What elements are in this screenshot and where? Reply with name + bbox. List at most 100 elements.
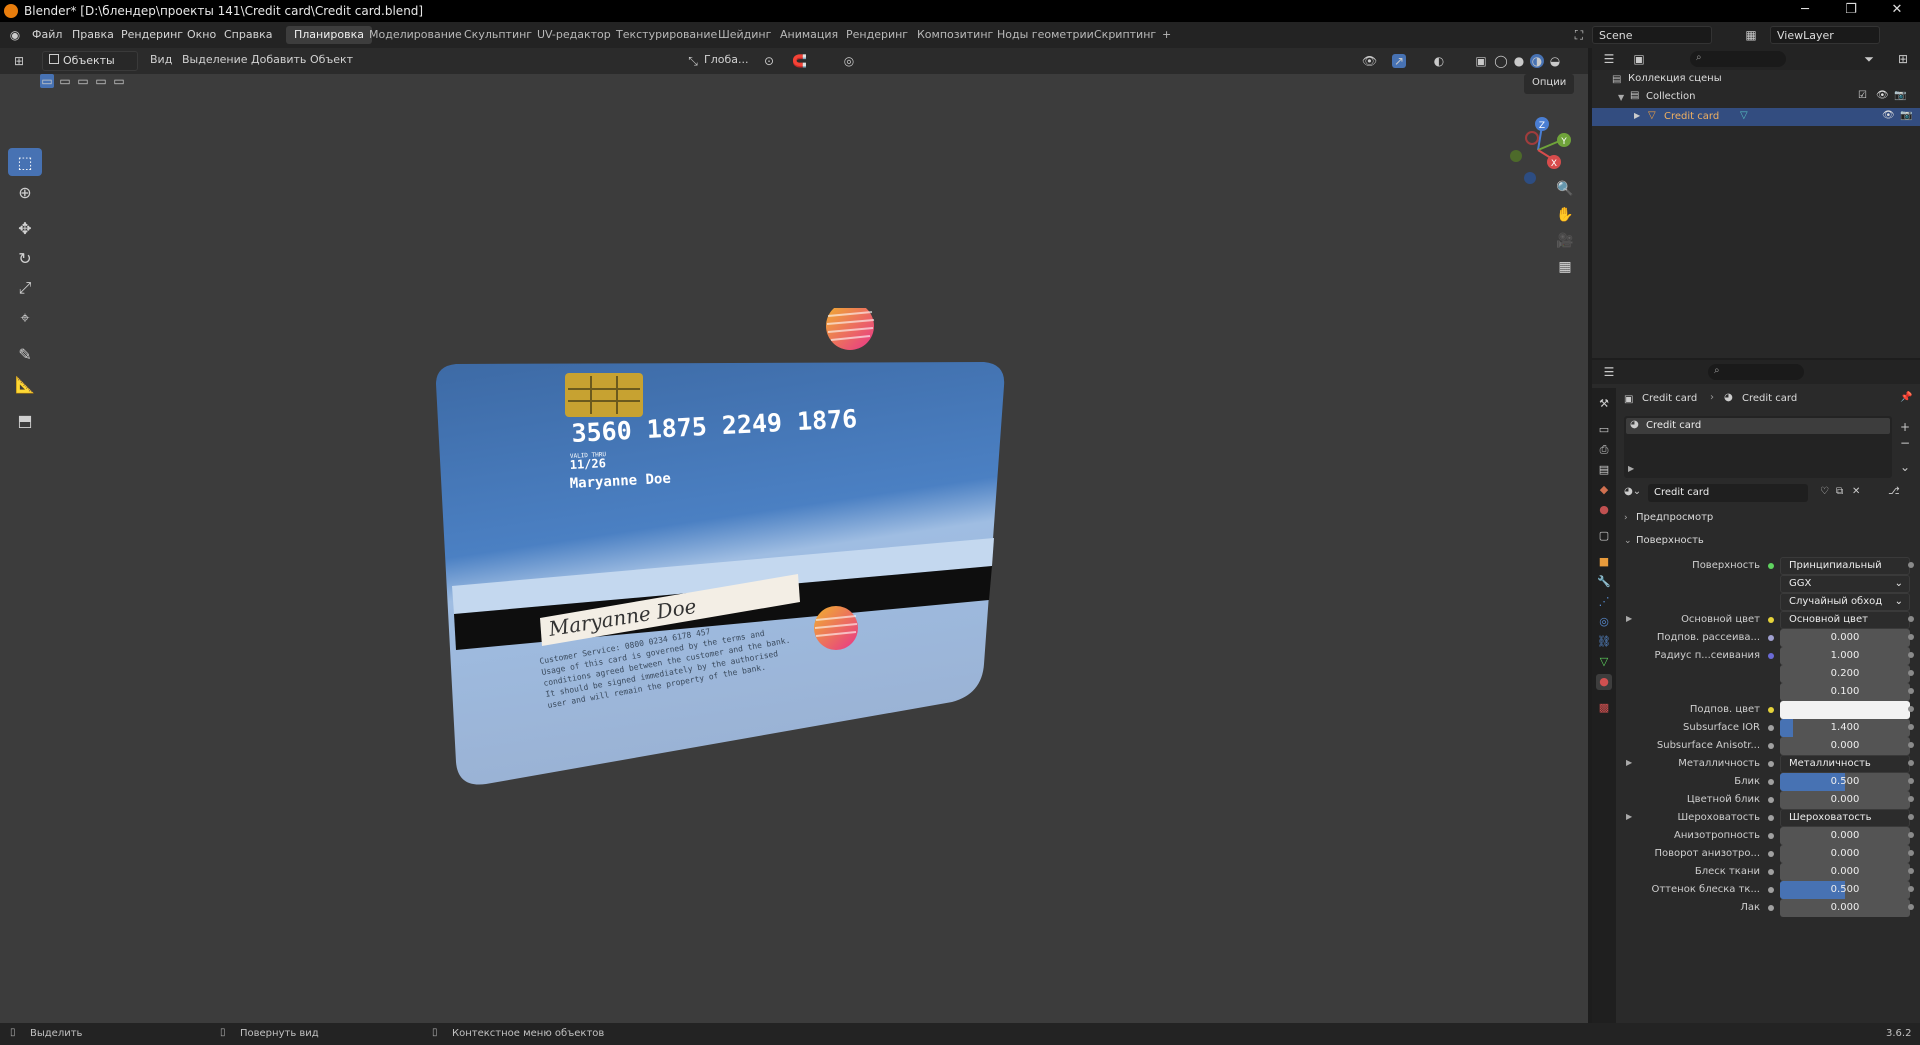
keyframe-dot-icon[interactable] bbox=[1908, 760, 1914, 766]
socket-link-icon[interactable] bbox=[1768, 851, 1774, 857]
tab-geometry-nodes[interactable]: Ноды геометрии bbox=[989, 26, 1102, 44]
material-shading-icon[interactable]: ◑ bbox=[1530, 54, 1544, 68]
gizmo-toggle-icon[interactable]: ↗ bbox=[1392, 54, 1406, 68]
color-swatch[interactable] bbox=[1780, 701, 1910, 719]
keyframe-dot-icon[interactable] bbox=[1908, 850, 1914, 856]
keyframe-dot-icon[interactable] bbox=[1908, 724, 1914, 730]
tool-tab-icon[interactable]: ⚒ bbox=[1596, 396, 1612, 412]
render-tab-icon[interactable]: ▭ bbox=[1596, 422, 1612, 438]
outliner-object-row[interactable]: ▶ ▽ Credit card ▽ 👁 📷 bbox=[1592, 108, 1920, 126]
tab-shading[interactable]: Шейдинг bbox=[710, 26, 779, 44]
keyframe-dot-icon[interactable] bbox=[1908, 670, 1914, 676]
menu-edit[interactable]: Правка bbox=[72, 28, 114, 41]
socket-link-icon[interactable] bbox=[1768, 653, 1774, 659]
visibility-icon[interactable]: 👁 bbox=[1362, 54, 1377, 68]
minimize-button[interactable]: ─ bbox=[1790, 2, 1820, 20]
pivot-icon[interactable]: ⊙ bbox=[762, 54, 776, 68]
add-workspace-button[interactable]: + bbox=[1154, 26, 1179, 44]
options-button[interactable]: Опции bbox=[1524, 74, 1575, 94]
physics-tab-icon[interactable]: ◎ bbox=[1596, 614, 1612, 630]
select-mode-difference-icon[interactable]: ▭ bbox=[94, 74, 108, 88]
number-field[interactable]: 0.000 bbox=[1780, 791, 1910, 809]
breadcrumb-object[interactable]: Credit card bbox=[1642, 393, 1697, 404]
scene-icon[interactable]: ⛶ bbox=[1572, 28, 1586, 42]
measure-tool[interactable]: 📐 bbox=[8, 370, 42, 398]
socket-link-icon[interactable] bbox=[1768, 707, 1774, 713]
dropdown-select[interactable]: Случайный обход ⌄ bbox=[1780, 593, 1910, 611]
rendered-shading-icon[interactable]: ◒ bbox=[1548, 54, 1562, 68]
number-field[interactable]: 0.000 bbox=[1780, 863, 1910, 881]
rotate-tool[interactable]: ↻ bbox=[8, 244, 42, 272]
number-field[interactable]: 0.100 bbox=[1780, 683, 1910, 701]
view-layer-tab-icon[interactable]: ▤ bbox=[1596, 462, 1612, 478]
number-field[interactable]: 0.500 bbox=[1780, 881, 1910, 899]
zoom-icon[interactable]: 🔍 bbox=[1552, 176, 1578, 202]
modifier-tab-icon[interactable]: 🔧 bbox=[1596, 574, 1612, 590]
output-tab-icon[interactable]: ⎙ bbox=[1596, 442, 1612, 458]
keyframe-dot-icon[interactable] bbox=[1908, 562, 1914, 568]
expand-arrow-icon[interactable]: ▶ bbox=[1628, 464, 1634, 473]
number-field[interactable]: 1.400 bbox=[1780, 719, 1910, 737]
view-layer-icon[interactable]: ▦ bbox=[1744, 28, 1758, 42]
tab-layout[interactable]: Планировка bbox=[286, 26, 372, 44]
perspective-grid-icon[interactable]: ▦ bbox=[1552, 254, 1578, 280]
keyframe-dot-icon[interactable] bbox=[1908, 778, 1914, 784]
exclude-checkbox-icon[interactable]: ☑ bbox=[1858, 90, 1867, 101]
new-collection-icon[interactable]: ⊞ bbox=[1896, 52, 1910, 66]
fake-user-icon[interactable]: ♡ bbox=[1820, 486, 1829, 497]
gizmo-neg-y-axis[interactable] bbox=[1510, 150, 1522, 162]
constraints-tab-icon[interactable]: ⛓ bbox=[1596, 634, 1612, 650]
tab-modeling[interactable]: Моделирование bbox=[361, 26, 470, 44]
properties-search-input[interactable]: ⌕ bbox=[1708, 364, 1804, 380]
snap-icon[interactable]: 🧲 bbox=[792, 54, 807, 68]
viewport-menu-object[interactable]: Объект bbox=[310, 53, 353, 66]
keyframe-dot-icon[interactable] bbox=[1908, 706, 1914, 712]
socket-link-icon[interactable] bbox=[1768, 887, 1774, 893]
keyframe-dot-icon[interactable] bbox=[1908, 868, 1914, 874]
outliner-search-input[interactable]: ⌕ bbox=[1690, 51, 1786, 67]
socket-link-icon[interactable] bbox=[1768, 815, 1774, 821]
gizmo-neg-z-axis[interactable] bbox=[1524, 172, 1536, 184]
breadcrumb-material[interactable]: Credit card bbox=[1742, 393, 1797, 404]
keyframe-dot-icon[interactable] bbox=[1908, 688, 1914, 694]
tab-scripting[interactable]: Скриптинг bbox=[1086, 26, 1164, 44]
number-field[interactable]: 0.000 bbox=[1780, 629, 1910, 647]
viewport-menu-select[interactable]: Выделение bbox=[182, 53, 248, 66]
tab-rendering[interactable]: Рендеринг bbox=[838, 26, 916, 44]
socket-link-icon[interactable] bbox=[1768, 617, 1774, 623]
solid-shading-icon[interactable]: ● bbox=[1512, 54, 1526, 68]
keyframe-dot-icon[interactable] bbox=[1908, 652, 1914, 658]
gizmo-neg-x-axis[interactable] bbox=[1525, 131, 1539, 145]
expand-arrow-icon[interactable]: ▼ bbox=[1618, 93, 1624, 102]
socket-link-icon[interactable] bbox=[1768, 779, 1774, 785]
number-field[interactable]: 0.200 bbox=[1780, 665, 1910, 683]
node-tree-icon[interactable]: ⎇ bbox=[1888, 486, 1900, 497]
scene-tab-icon[interactable]: ◆ bbox=[1596, 482, 1612, 498]
keyframe-dot-icon[interactable] bbox=[1908, 634, 1914, 640]
xray-icon[interactable]: ▣ bbox=[1474, 54, 1488, 68]
tab-animation[interactable]: Анимация bbox=[772, 26, 846, 44]
tab-uv-editing[interactable]: UV-редактор bbox=[529, 26, 619, 44]
linked-node-field[interactable]: Металличность bbox=[1780, 755, 1910, 773]
keyframe-dot-icon[interactable] bbox=[1908, 796, 1914, 802]
viewport-menu-view[interactable]: Вид bbox=[150, 53, 172, 66]
outliner-editor-type-icon[interactable]: ☰ bbox=[1602, 52, 1616, 66]
slot-specials-icon[interactable]: ⌄ bbox=[1898, 460, 1912, 474]
expand-arrow-icon[interactable]: ▶ bbox=[1626, 812, 1632, 821]
pan-hand-icon[interactable]: ✋ bbox=[1552, 202, 1578, 228]
filter-icon[interactable]: ⏷ bbox=[1862, 52, 1876, 66]
menu-help[interactable]: Справка bbox=[224, 28, 272, 41]
socket-link-icon[interactable] bbox=[1768, 743, 1774, 749]
overlay-icon[interactable]: ◐ bbox=[1432, 54, 1446, 68]
number-field[interactable]: 0.000 bbox=[1780, 737, 1910, 755]
editor-type-icon[interactable]: ⊞ bbox=[12, 54, 26, 68]
socket-link-icon[interactable] bbox=[1768, 563, 1774, 569]
number-field[interactable]: 0.500 bbox=[1780, 773, 1910, 791]
annotate-tool[interactable]: ✎ bbox=[8, 340, 42, 368]
mode-selector[interactable]: Объекты bbox=[42, 51, 138, 71]
move-tool[interactable]: ✥ bbox=[8, 214, 42, 242]
remove-slot-icon[interactable]: − bbox=[1898, 436, 1912, 450]
select-mode-new-icon[interactable]: ▭ bbox=[40, 74, 54, 88]
expand-arrow-icon[interactable]: ▶ bbox=[1634, 111, 1640, 120]
number-field[interactable]: 0.000 bbox=[1780, 845, 1910, 863]
